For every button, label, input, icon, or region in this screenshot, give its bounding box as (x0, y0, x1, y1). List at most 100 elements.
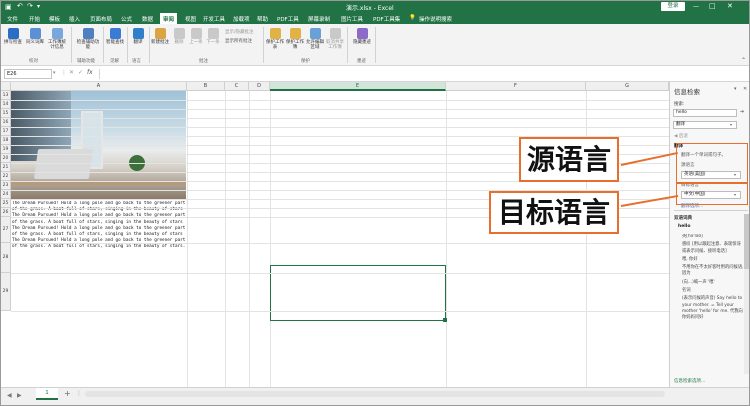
add-sheet-button[interactable]: + (64, 389, 71, 398)
row-header[interactable]: 16 (1, 118, 11, 127)
column-header[interactable]: E (270, 82, 446, 91)
column-header[interactable]: C (225, 82, 249, 91)
row-header[interactable]: 21 (1, 163, 11, 172)
sheet-options-icon[interactable]: ⋮ (76, 390, 82, 397)
row-header[interactable]: 17 (1, 127, 11, 136)
prev-sheet-icon[interactable]: ◀ (7, 392, 12, 399)
cell-a26-text[interactable]: The Dream Pursued! Hold a long pole and … (12, 201, 186, 261)
undo-icon[interactable]: ↶ (17, 2, 23, 10)
select-all-corner[interactable] (1, 82, 11, 91)
maximize-icon[interactable]: □ (709, 2, 716, 10)
row-header[interactable]: 14 (1, 100, 11, 109)
row-header[interactable]: 26 (1, 208, 11, 217)
login-button[interactable]: 登录 (661, 2, 685, 11)
tab-formulas[interactable]: 公式 (121, 15, 132, 23)
hide-ink-button[interactable]: 隐藏墨迹 (349, 28, 375, 45)
tab-developer[interactable]: 开发工具 (203, 15, 225, 23)
gridline (11, 100, 669, 101)
row-header[interactable]: 28 (1, 243, 11, 273)
show-hide-comment[interactable]: 显示/隐藏批注 (225, 29, 254, 35)
dictionary-header[interactable]: 双语词典 (674, 215, 692, 221)
worksheet-grid[interactable]: A B C D E F G 13 14 15 16 17 18 19 20 21 22 23 24 25… (1, 82, 669, 387)
row-header[interactable]: 23 (1, 181, 11, 190)
row-header[interactable]: 19 (1, 145, 11, 154)
column-header[interactable]: A (11, 82, 187, 91)
lightbulb-icon[interactable]: 💡 (409, 15, 416, 21)
sheet-tab-1[interactable]: 1 (36, 388, 58, 400)
translate-icon (132, 28, 144, 39)
back-button[interactable]: ◀ 后退 (674, 133, 688, 139)
cancel-icon[interactable]: ✕ (69, 69, 74, 76)
tab-page-layout[interactable]: 页面布局 (90, 15, 112, 23)
tab-image-tools[interactable]: 图片工具 (341, 15, 363, 23)
column-header[interactable]: D (249, 82, 270, 91)
unshare-workbook-button[interactable]: 取消共享工作簿 (325, 28, 345, 50)
new-comment-button[interactable]: 新建批注 (150, 28, 170, 45)
highlight-source-box (676, 143, 748, 183)
pane-close-icon[interactable]: ✕ (743, 86, 747, 92)
column-header[interactable]: G (586, 82, 669, 91)
row-header[interactable]: 22 (1, 172, 11, 181)
tab-screen-record[interactable]: 屏幕录制 (308, 15, 330, 23)
pane-title: 信息检索 (674, 88, 700, 96)
row-header[interactable]: 13 (1, 91, 11, 100)
protect-sheet-button[interactable]: 保护工作表 (265, 28, 285, 50)
next-sheet-icon[interactable]: ▶ (17, 392, 22, 399)
insert-function-icon[interactable]: fx (87, 69, 93, 76)
column-header[interactable]: B (187, 82, 225, 91)
tab-home[interactable]: 开始 (29, 15, 40, 23)
tell-me-search[interactable]: 操作说明搜索 (419, 15, 452, 23)
show-all-comments[interactable]: 显示所有批注 (225, 38, 252, 44)
close-icon[interactable]: ✕ (727, 2, 733, 10)
pane-scroll-thumb[interactable] (744, 214, 749, 269)
next-comment-button[interactable]: 下一条 (203, 28, 223, 45)
tab-help[interactable]: 帮助 (257, 15, 268, 23)
allow-edit-icon (309, 28, 321, 39)
column-header[interactable]: F (446, 82, 586, 91)
confirm-icon[interactable]: ✓ (78, 69, 83, 76)
translate-button[interactable]: 翻译 (128, 28, 148, 45)
row-header[interactable]: 27 (1, 217, 11, 243)
delete-comment-icon (173, 28, 185, 39)
tab-insert[interactable]: 插入 (69, 15, 80, 23)
customize-icon[interactable]: ▾ (37, 3, 40, 10)
search-input[interactable]: hello (673, 109, 737, 117)
source-dropdown[interactable]: 翻译 (673, 121, 737, 129)
horizontal-scrollbar[interactable] (85, 391, 665, 397)
smart-lookup-button[interactable]: 智能查找 (105, 28, 125, 45)
accessibility-button[interactable]: 检查辅助功能 (75, 28, 101, 50)
workbook-stats-button[interactable]: 工作簿统计信息 (47, 28, 67, 50)
pane-options-icon[interactable]: ▾ (734, 86, 737, 92)
tab-review[interactable]: 审阅 (160, 13, 178, 24)
allow-edit-ranges-button[interactable]: 允许编辑区域 (305, 28, 325, 50)
collapse-ribbon-icon[interactable]: ⌃ (741, 57, 746, 64)
tab-addins[interactable]: 加载项 (233, 15, 250, 23)
save-icon[interactable]: ▣ (5, 3, 12, 11)
unshare-icon (329, 28, 341, 39)
row-header[interactable]: 15 (1, 109, 11, 118)
protect-workbook-button[interactable]: 保护工作簿 (285, 28, 305, 50)
row-header[interactable]: 25 (1, 199, 11, 208)
research-options-link[interactable]: 信息检索选项... (674, 378, 705, 384)
search-go-icon[interactable]: ➔ (740, 109, 744, 115)
redo-icon[interactable]: ↷ (27, 2, 33, 10)
tab-file[interactable]: 文件 (7, 15, 18, 23)
spellcheck-button[interactable]: 拼写检查 (3, 28, 23, 45)
minimize-icon[interactable]: — (693, 3, 699, 10)
tab-data[interactable]: 数据 (142, 15, 153, 23)
tab-templates[interactable]: 模板 (49, 15, 60, 23)
sheet-tab-bar: ◀ ▶ 1 + ⋮ (1, 387, 749, 405)
name-box-dropdown-icon[interactable]: ▾ (53, 70, 56, 76)
row-header[interactable]: 18 (1, 136, 11, 145)
tab-pdf-tools[interactable]: PDF工具 (277, 15, 299, 23)
formula-input[interactable] (99, 69, 747, 79)
row-header[interactable]: 29 (1, 273, 11, 311)
fill-handle[interactable] (443, 318, 447, 322)
tab-pdf-toolset[interactable]: PDF工具集 (373, 15, 400, 23)
row-header[interactable]: 20 (1, 154, 11, 163)
thesaurus-button[interactable]: 同义词库 (25, 28, 45, 45)
dictionary-line: 不用你在不太好客时用的问候语, 因为 (682, 265, 744, 277)
name-box[interactable]: E26 (4, 69, 52, 79)
row-header[interactable]: 24 (1, 190, 11, 199)
tab-view[interactable]: 视图 (185, 15, 196, 23)
